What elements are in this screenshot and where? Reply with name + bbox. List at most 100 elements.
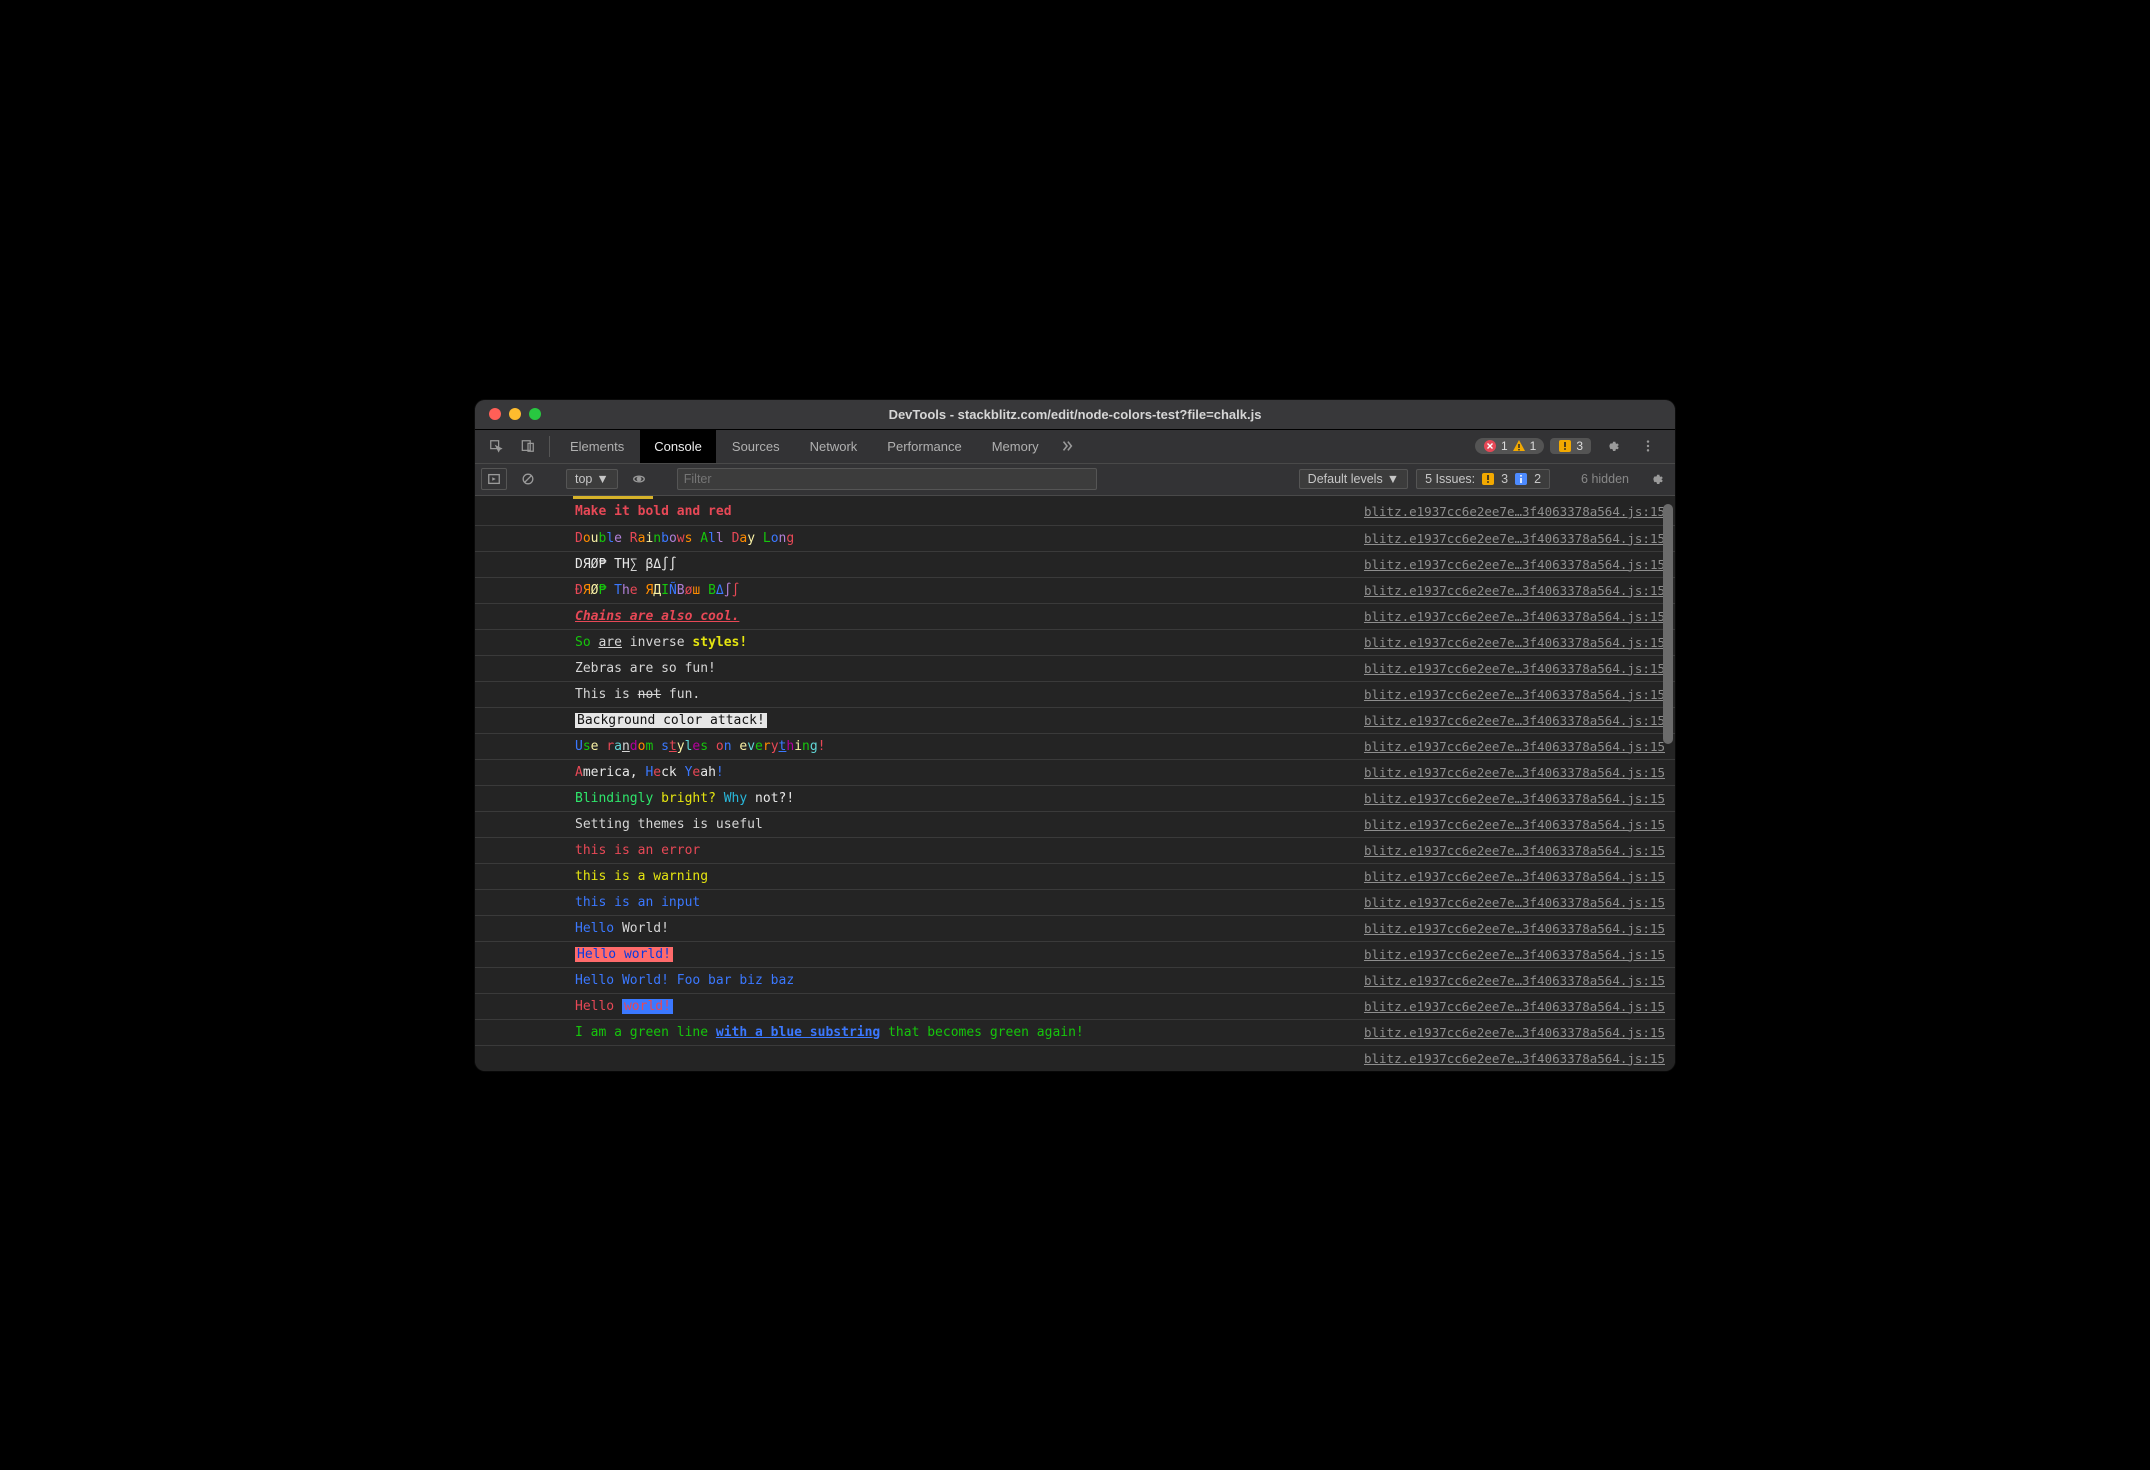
console-message: America, Heck Yeah!: [575, 765, 724, 780]
status-badges: 1 1 3: [1475, 430, 1669, 463]
console-row: ÐЯØ₱ The ЯДIÑBøш BΔ∫∫blitz.e1937cc6e2ee7…: [475, 577, 1675, 603]
console-message: Double Rainbows All Day Long: [575, 531, 794, 546]
console-settings-gear-icon[interactable]: [1643, 468, 1669, 490]
issue-icon: [1558, 439, 1572, 453]
console-row: Make it bold and red blitz.e1937cc6e2ee7e…: [475, 499, 1675, 525]
tab-sources[interactable]: Sources: [718, 430, 794, 463]
console-message: this is an error: [575, 843, 700, 858]
source-link[interactable]: blitz.e1937cc6e2ee7e…3f4063378a564.js:15: [1364, 843, 1665, 858]
close-window-button[interactable]: [489, 408, 501, 420]
source-link[interactable]: blitz.e1937cc6e2ee7e…3f4063378a564.js:15: [1364, 1025, 1665, 1040]
scrollbar-thumb[interactable]: [1663, 504, 1673, 744]
issues-badge[interactable]: 3: [1550, 438, 1591, 454]
console-message: This is not fun.: [575, 687, 700, 702]
console-message: Use random styles on everything!: [575, 739, 826, 754]
console-row: Zebras are so fun!blitz.e1937cc6e2ee7e…3…: [475, 655, 1675, 681]
more-tabs-icon[interactable]: [1055, 430, 1079, 463]
console-row: Hello World! blitz.e1937cc6e2ee7e…3f40633…: [475, 915, 1675, 941]
source-link[interactable]: blitz.e1937cc6e2ee7e…3f4063378a564.js:15: [1364, 583, 1665, 598]
live-expression-icon[interactable]: [626, 468, 652, 490]
traffic-lights: [475, 408, 541, 420]
log-levels-selector[interactable]: Default levels ▼: [1299, 469, 1408, 489]
console-row: Hello world! blitz.e1937cc6e2ee7e…3f40633…: [475, 941, 1675, 967]
source-link[interactable]: blitz.e1937cc6e2ee7e…3f4063378a564.js:15: [1364, 1051, 1665, 1066]
source-link[interactable]: blitz.e1937cc6e2ee7e…3f4063378a564.js:15: [1364, 609, 1665, 624]
settings-gear-icon[interactable]: [1597, 439, 1627, 453]
source-link[interactable]: blitz.e1937cc6e2ee7e…3f4063378a564.js:15: [1364, 765, 1665, 780]
levels-label: Default levels: [1308, 472, 1383, 486]
console-message: Hello World! Foo bar biz baz: [575, 973, 794, 988]
source-link[interactable]: blitz.e1937cc6e2ee7e…3f4063378a564.js:15: [1364, 687, 1665, 702]
console-message: Hello world!: [575, 947, 673, 962]
error-count: 1: [1501, 439, 1508, 453]
warning-count: 1: [1530, 439, 1537, 453]
console-row: So are inverse styles! blitz.e1937cc6e2ee…: [475, 629, 1675, 655]
hidden-messages[interactable]: 6 hidden: [1575, 472, 1635, 486]
tab-performance[interactable]: Performance: [873, 430, 975, 463]
source-link[interactable]: blitz.e1937cc6e2ee7e…3f4063378a564.js:15: [1364, 661, 1665, 676]
source-link[interactable]: blitz.e1937cc6e2ee7e…3f4063378a564.js:15: [1364, 557, 1665, 572]
console-row: Use random styles on everything! blitz.e1…: [475, 733, 1675, 759]
tab-console[interactable]: Console: [640, 430, 716, 463]
source-link[interactable]: blitz.e1937cc6e2ee7e…3f4063378a564.js:15: [1364, 739, 1665, 754]
console-message: this is a warning: [575, 869, 708, 884]
filter-input[interactable]: [677, 468, 1097, 490]
clear-console-icon[interactable]: [515, 468, 541, 490]
source-link[interactable]: blitz.e1937cc6e2ee7e…3f4063378a564.js:15: [1364, 635, 1665, 650]
context-selector[interactable]: top ▼: [566, 469, 618, 489]
console-message: I am a green line with a blue substring …: [575, 1025, 1084, 1040]
tab-network[interactable]: Network: [796, 430, 872, 463]
source-link[interactable]: blitz.e1937cc6e2ee7e…3f4063378a564.js:15: [1364, 895, 1665, 910]
console-output: Make it bold and red blitz.e1937cc6e2ee7e…: [475, 496, 1675, 1071]
console-row: America, Heck Yeah! blitz.e1937cc6e2ee7e……: [475, 759, 1675, 785]
console-row: Setting themes is usefulblitz.e1937cc6e2…: [475, 811, 1675, 837]
console-row: Chains are also cool. blitz.e1937cc6e2ee7…: [475, 603, 1675, 629]
separator: [549, 436, 550, 457]
console-row: this is an error blitz.e1937cc6e2ee7e…3f4…: [475, 837, 1675, 863]
console-message: [575, 1051, 583, 1066]
inspect-element-icon[interactable]: [481, 430, 511, 463]
warning-icon: [1512, 439, 1526, 453]
issues-warn-count: 3: [1501, 472, 1508, 486]
console-message: this is an input: [575, 895, 700, 910]
source-link[interactable]: blitz.e1937cc6e2ee7e…3f4063378a564.js:15: [1364, 869, 1665, 884]
console-message: Hello world!: [575, 999, 673, 1014]
console-row: Hello World! Foo bar biz baz blitz.e1937c…: [475, 967, 1675, 993]
minimize-window-button[interactable]: [509, 408, 521, 420]
console-message: So are inverse styles!: [575, 635, 747, 650]
more-menu-icon[interactable]: [1633, 439, 1663, 453]
issues-summary[interactable]: 5 Issues: 3 2: [1416, 469, 1550, 489]
console-row: I am a green line with a blue substring …: [475, 1019, 1675, 1045]
errors-warnings-badge[interactable]: 1 1: [1475, 438, 1544, 454]
source-link[interactable]: blitz.e1937cc6e2ee7e…3f4063378a564.js:15: [1364, 791, 1665, 806]
issue-icon: [1481, 472, 1495, 486]
toggle-sidebar-icon[interactable]: [481, 468, 507, 490]
console-row: Hello world! blitz.e1937cc6e2ee7e…3f40633…: [475, 993, 1675, 1019]
issues-label: 5 Issues:: [1425, 472, 1475, 486]
console-row: This is not fun. blitz.e1937cc6e2ee7e…3f4…: [475, 681, 1675, 707]
window-title: DevTools - stackblitz.com/edit/node-colo…: [475, 407, 1675, 422]
source-link[interactable]: blitz.e1937cc6e2ee7e…3f4063378a564.js:15: [1364, 504, 1665, 519]
source-link[interactable]: blitz.e1937cc6e2ee7e…3f4063378a564.js:15: [1364, 817, 1665, 832]
source-link[interactable]: blitz.e1937cc6e2ee7e…3f4063378a564.js:15: [1364, 713, 1665, 728]
console-message: Hello World!: [575, 921, 669, 936]
info-icon: [1514, 472, 1528, 486]
chevron-down-icon: ▼: [596, 472, 608, 486]
source-link[interactable]: blitz.e1937cc6e2ee7e…3f4063378a564.js:15: [1364, 973, 1665, 988]
zoom-window-button[interactable]: [529, 408, 541, 420]
console-message: Make it bold and red: [575, 504, 732, 519]
source-link[interactable]: blitz.e1937cc6e2ee7e…3f4063378a564.js:15: [1364, 999, 1665, 1014]
tab-memory[interactable]: Memory: [978, 430, 1053, 463]
device-toolbar-icon[interactable]: [513, 430, 543, 463]
tab-elements[interactable]: Elements: [556, 430, 638, 463]
console-row: this is a warning blitz.e1937cc6e2ee7e…3f…: [475, 863, 1675, 889]
source-link[interactable]: blitz.e1937cc6e2ee7e…3f4063378a564.js:15: [1364, 531, 1665, 546]
issue-count: 3: [1576, 439, 1583, 453]
source-link[interactable]: blitz.e1937cc6e2ee7e…3f4063378a564.js:15: [1364, 921, 1665, 936]
console-row: this is an input blitz.e1937cc6e2ee7e…3f4…: [475, 889, 1675, 915]
chevron-down-icon: ▼: [1387, 472, 1399, 486]
source-link[interactable]: blitz.e1937cc6e2ee7e…3f4063378a564.js:15: [1364, 947, 1665, 962]
window-titlebar: DevTools - stackblitz.com/edit/node-colo…: [475, 400, 1675, 430]
console-message: Chains are also cool.: [575, 609, 739, 624]
error-icon: [1483, 439, 1497, 453]
